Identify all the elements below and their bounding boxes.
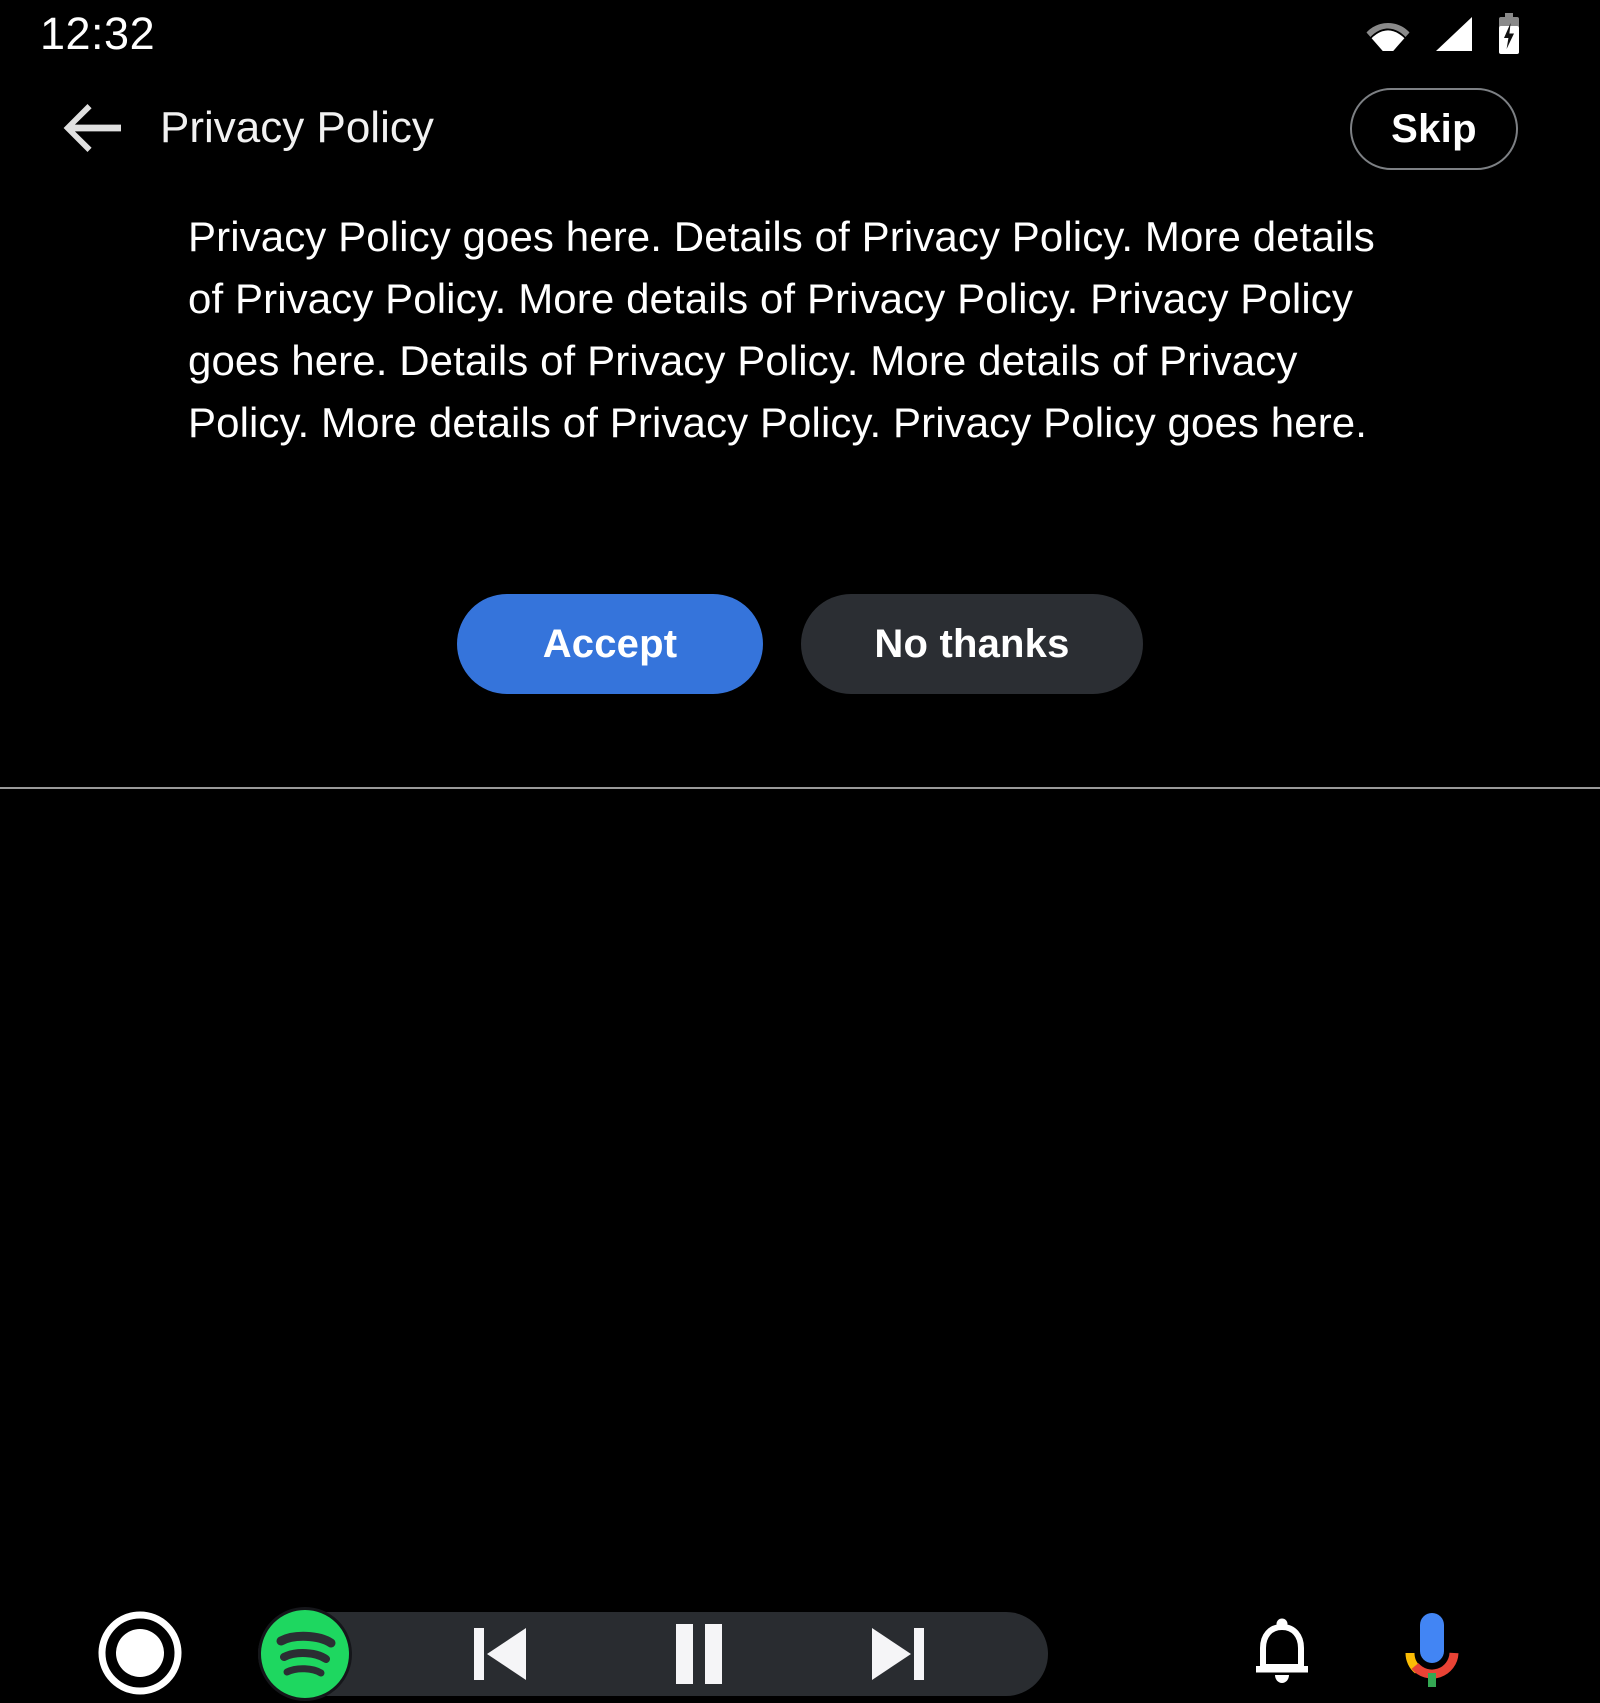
- page-title: Privacy Policy: [160, 103, 434, 152]
- skip-previous-button[interactable]: [470, 1624, 532, 1684]
- home-circle-icon: [98, 1611, 182, 1695]
- google-assistant-mic-icon: [1405, 1613, 1459, 1687]
- play-pause-button[interactable]: [668, 1622, 730, 1686]
- wifi-icon: [1366, 23, 1410, 51]
- content-area: Privacy Policy goes here. Details of Pri…: [188, 206, 1384, 454]
- status-bar-icons: [1366, 12, 1522, 56]
- spotify-logo-icon[interactable]: [258, 1607, 352, 1701]
- android-auto-screen: 12:32 Privacy Policy Skip Privacy Policy…: [0, 0, 1600, 1701]
- status-bar: 12:32: [0, 0, 1600, 68]
- pause-icon: [676, 1624, 722, 1684]
- action-buttons-row: Accept No thanks: [0, 594, 1600, 694]
- bell-icon: [1256, 1618, 1308, 1683]
- skip-next-button[interactable]: [866, 1624, 928, 1684]
- status-bar-clock: 12:32: [40, 8, 156, 59]
- arrow-left-icon: [63, 104, 121, 152]
- media-controls-pill: [258, 1612, 1048, 1696]
- skip-button[interactable]: Skip: [1350, 88, 1518, 170]
- notification-button[interactable]: [1248, 1617, 1316, 1687]
- skip-next-icon: [872, 1628, 924, 1680]
- navigation-bar: [0, 789, 1600, 1701]
- privacy-policy-text: Privacy Policy goes here. Details of Pri…: [188, 213, 1375, 446]
- no-thanks-button[interactable]: No thanks: [801, 594, 1143, 694]
- back-button[interactable]: [46, 84, 138, 172]
- skip-previous-icon: [474, 1628, 526, 1680]
- home-button[interactable]: [98, 1611, 182, 1695]
- app-header: Privacy Policy Skip: [0, 68, 1600, 188]
- spotify-waves-icon: [276, 1631, 336, 1677]
- accept-button[interactable]: Accept: [457, 594, 763, 694]
- battery-charging-icon: [1499, 13, 1519, 54]
- assistant-button[interactable]: [1396, 1611, 1468, 1693]
- cellular-signal-icon: [1436, 17, 1472, 51]
